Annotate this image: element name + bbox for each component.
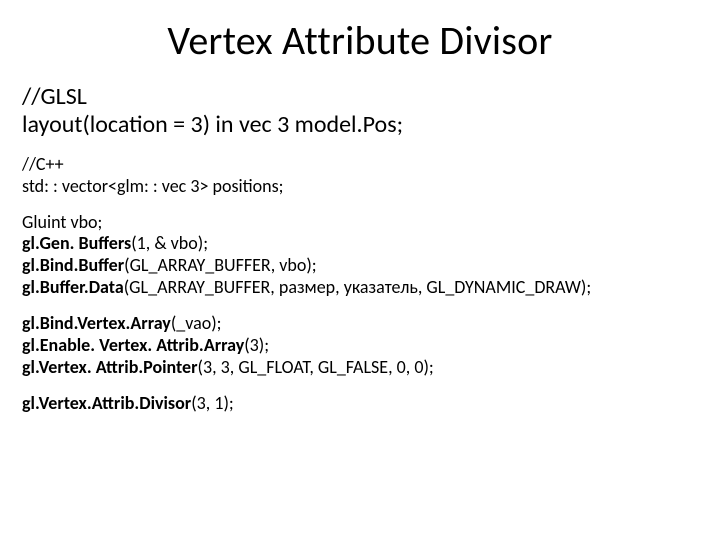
vbo-block: Gluint vbo; gl.Gen. Buffers(1, & vbo); g… <box>22 212 698 300</box>
code-line: gl.Enable. Vertex. Attrib.Array(3); <box>22 335 698 357</box>
code-line: gl.Vertex. Attrib.Pointer(3, 3, GL_FLOAT… <box>22 357 698 379</box>
code-line: gl.Bind.Vertex.Array(_vao); <box>22 313 698 335</box>
fn-args: (3, 1); <box>191 392 234 414</box>
fn-args: (3, 3, GL_FLOAT, GL_FALSE, 0, 0); <box>198 356 434 378</box>
fn-name: gl.Buffer.Data <box>22 276 124 298</box>
glsl-block: //GLSL layout(location = 3) in vec 3 mod… <box>22 83 698 140</box>
code-line: gl.Buffer.Data(GL_ARRAY_BUFFER, размер, … <box>22 277 698 299</box>
slide-title: Vertex Attribute Divisor <box>22 16 698 65</box>
fn-name: gl.Bind.Vertex.Array <box>22 312 171 334</box>
fn-name: gl.Vertex.Attrib.Divisor <box>22 392 191 414</box>
fn-args: (_vao); <box>171 312 222 334</box>
cpp-block: //C++ std: : vector<glm: : vec 3> positi… <box>22 154 698 198</box>
fn-args: (3); <box>244 334 269 356</box>
code-line: layout(location = 3) in vec 3 model.Pos; <box>22 111 698 139</box>
slide: Vertex Attribute Divisor //GLSL layout(l… <box>0 0 720 540</box>
code-line: //GLSL <box>22 83 698 111</box>
code-line: gl.Bind.Buffer(GL_ARRAY_BUFFER, vbo); <box>22 255 698 277</box>
code-line: gl.Gen. Buffers(1, & vbo); <box>22 233 698 255</box>
fn-name: gl.Gen. Buffers <box>22 232 131 254</box>
fn-args: (GL_ARRAY_BUFFER, размер, указатель, GL_… <box>124 276 591 298</box>
code-line: gl.Vertex.Attrib.Divisor(3, 1); <box>22 393 698 415</box>
vao-block: gl.Bind.Vertex.Array(_vao); gl.Enable. V… <box>22 313 698 379</box>
fn-args: (1, & vbo); <box>131 232 208 254</box>
fn-name: gl.Bind.Buffer <box>22 254 124 276</box>
fn-name: gl.Enable. Vertex. Attrib.Array <box>22 334 244 356</box>
code-line: //C++ <box>22 154 698 176</box>
code-line: std: : vector<glm: : vec 3> positions; <box>22 176 698 198</box>
divisor-block: gl.Vertex.Attrib.Divisor(3, 1); <box>22 393 698 415</box>
fn-name: gl.Vertex. Attrib.Pointer <box>22 356 198 378</box>
code-line: Gluint vbo; <box>22 212 698 234</box>
fn-args: (GL_ARRAY_BUFFER, vbo); <box>124 254 317 276</box>
